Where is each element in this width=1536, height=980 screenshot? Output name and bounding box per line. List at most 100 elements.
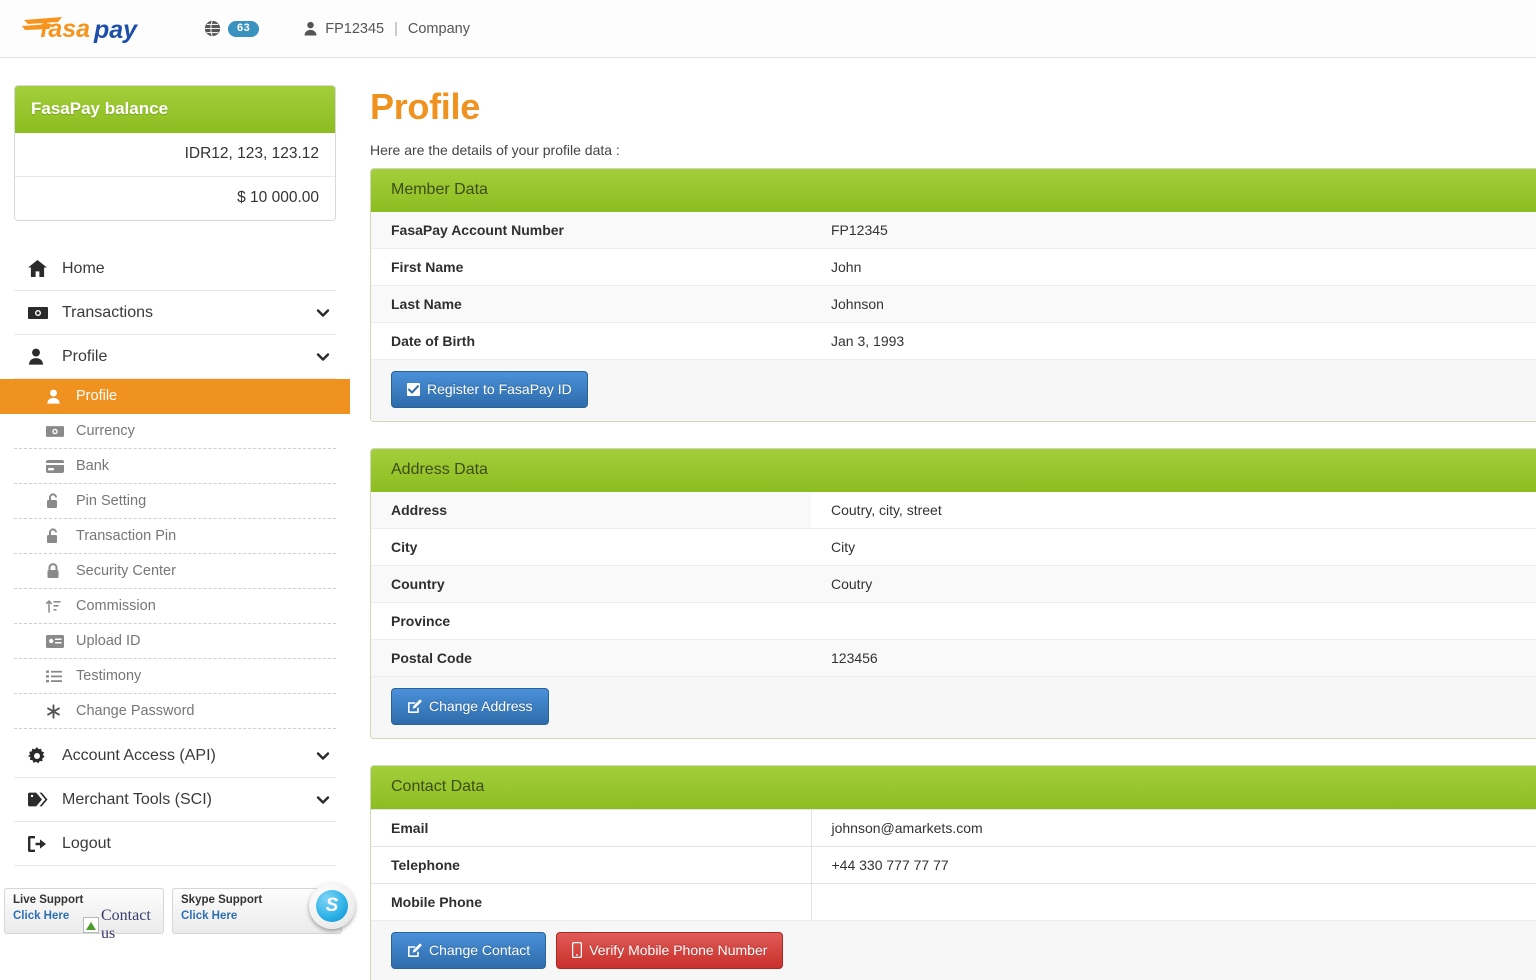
verify-mobile-phone-label: Verify Mobile Phone Number [589,942,768,958]
table-row: First Name John [371,248,1536,286]
app-root: fasa pay 63 FP12345 | Company FasaPay ba… [0,0,1536,980]
sidebar-item-logout[interactable]: Logout [14,822,336,866]
member-data-footer: Register to FasaPay ID [371,359,1536,421]
row-value [811,883,1536,920]
sidebar-item-merchant-tools[interactable]: Merchant Tools (SCI) [14,778,336,822]
user-icon [28,348,52,365]
live-support-widget[interactable]: Live Support Click Here Contact us [4,888,164,942]
sort-amount-icon [46,599,68,614]
pencil-square-icon [408,699,422,713]
address-value-highlight: Coutry, city, street [811,492,1536,528]
sidebar-nav: Home Transactions Profile Profile Curren… [0,247,350,866]
money-icon [46,425,68,437]
skype-icon[interactable]: S [309,883,355,929]
sidebar-subitem-upload-id[interactable]: Upload ID [14,624,336,659]
gear-icon [28,746,52,765]
table-row: Email johnson@amarkets.com [371,809,1536,847]
row-label: Telephone [371,846,812,884]
sidebar-subitem-profile[interactable]: Profile [0,379,350,414]
verify-mobile-phone-button[interactable]: Verify Mobile Phone Number [556,932,784,969]
sidebar-item-transactions[interactable]: Transactions [14,291,336,335]
sidebar-subitem-commission[interactable]: Commission [14,589,336,624]
address-data-footer: Change Address [371,676,1536,738]
sidebar-subitem-commission-label: Commission [76,598,156,614]
sidebar-subitem-security-center[interactable]: Security Center [14,554,336,589]
page-subtitle: Here are the details of your profile dat… [370,142,620,158]
sidebar-subitem-currency-label: Currency [76,423,135,439]
table-row: Date of Birth Jan 3, 1993 [371,322,1536,359]
row-value: Johnson [811,285,1536,323]
sidebar-subitem-transaction-pin[interactable]: Transaction Pin [14,519,336,554]
row-label: Date of Birth [371,322,811,359]
row-label: Address [371,492,811,529]
language-badge[interactable]: 63 [228,20,260,37]
sidebar-subitem-security-center-label: Security Center [76,563,176,579]
sidebar-item-account-access[interactable]: Account Access (API) [14,734,336,778]
id-card-icon [46,634,68,648]
table-row: City City [371,528,1536,566]
row-label: FasaPay Account Number [371,212,811,249]
member-data-panel: Member Data FasaPay Account Number FP123… [370,168,1536,422]
pencil-square-icon [408,943,422,957]
table-row: Postal Code 123456 [371,639,1536,676]
row-label: First Name [371,248,811,286]
sidebar-subitem-bank[interactable]: Bank [14,449,336,484]
contact-us-image[interactable]: Contact us [83,907,163,943]
sidebar-item-profile[interactable]: Profile [14,335,336,379]
chevron-down-icon[interactable] [316,793,330,807]
table-row: Address Coutry, city, street [371,492,1536,529]
unlock-icon [46,493,68,509]
row-value: +44 330 777 77 77 [811,846,1536,884]
table-row: Mobile Phone [371,883,1536,920]
account-id: FP12345 [325,20,385,37]
sidebar-subitem-testimony[interactable]: Testimony [14,659,336,694]
table-row: Telephone +44 330 777 77 77 [371,846,1536,884]
change-address-button[interactable]: Change Address [391,688,549,725]
register-fasapay-id-button[interactable]: Register to FasaPay ID [391,371,588,408]
table-row: Country Coutry [371,565,1536,603]
money-icon [28,306,52,319]
chevron-down-icon[interactable] [316,350,330,364]
sidebar-subitem-change-password[interactable]: Change Password [14,694,336,729]
sidebar-subitem-pin-setting[interactable]: Pin Setting [14,484,336,519]
list-icon [46,670,68,683]
row-value: 123456 [811,639,1536,676]
sidebar-subitem-profile-label: Profile [76,388,118,404]
row-value: Coutry, city, street [811,492,1536,529]
sidebar-item-profile-label: Profile [62,347,108,365]
fasapay-logo[interactable]: fasa pay [22,12,164,46]
change-address-label: Change Address [429,698,533,714]
address-data-heading: Address Data [371,449,1536,492]
sidebar-item-home-label: Home [62,259,105,277]
globe-icon [204,20,221,37]
row-value: City [811,528,1536,566]
user-icon [304,21,317,36]
broken-image-icon [83,917,99,933]
member-data-table: FasaPay Account Number FP12345 First Nam… [371,212,1536,359]
chevron-down-icon[interactable] [316,749,330,763]
sidebar-item-transactions-label: Transactions [62,303,153,321]
sidebar: FasaPay balance IDR12, 123, 123.12 $ 10 … [0,58,355,980]
sidebar-item-merchant-tools-label: Merchant Tools (SCI) [62,790,212,808]
contact-us-alt-text: Contact us [101,907,151,942]
balance-panel: FasaPay balance IDR12, 123, 123.12 $ 10 … [14,85,336,221]
chevron-down-icon[interactable] [316,306,330,320]
language-switcher[interactable]: 63 [204,20,260,37]
account-info[interactable]: FP12345 | Company [304,21,470,37]
row-value: Jan 3, 1993 [811,322,1536,359]
company-label[interactable]: Company [408,21,470,37]
row-label: Email [371,809,812,847]
tag-icon [28,792,52,807]
row-value: johnson@amarkets.com [811,809,1536,847]
row-label: Country [371,565,811,603]
unlock-icon [46,528,68,544]
svg-text:pay: pay [93,16,138,44]
skype-support-widget[interactable]: Skype Support Click Here S [172,883,355,934]
sidebar-subitem-currency[interactable]: Currency [14,414,336,449]
contact-data-footer: Change Contact Verify Mobile Phone Numbe… [371,920,1536,980]
table-row: FasaPay Account Number FP12345 [371,212,1536,249]
sidebar-item-home[interactable]: Home [14,247,336,291]
change-contact-button[interactable]: Change Contact [391,932,547,969]
sidebar-item-account-access-label: Account Access (API) [62,746,216,764]
top-bar: fasa pay 63 FP12345 | Company [0,0,1536,58]
